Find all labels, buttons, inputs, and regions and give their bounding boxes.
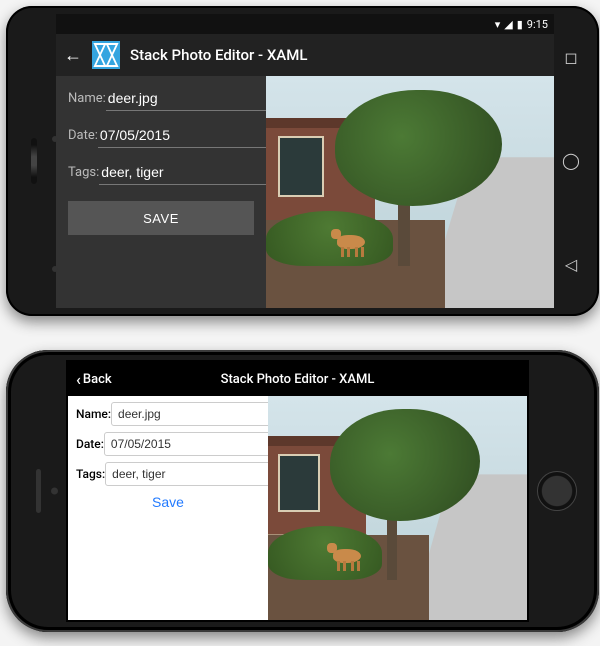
name-label: Name: bbox=[68, 91, 106, 106]
earpiece bbox=[31, 138, 37, 184]
status-time: 9:15 bbox=[527, 18, 548, 31]
deer-icon bbox=[325, 543, 367, 571]
ios-screen: ‹ Back Stack Photo Editor - XAML Name: D… bbox=[66, 360, 529, 622]
page-title: Stack Photo Editor - XAML bbox=[221, 372, 375, 387]
tags-input[interactable] bbox=[99, 160, 284, 185]
photo-preview bbox=[268, 396, 527, 620]
name-row: Name: bbox=[68, 86, 254, 111]
back-icon[interactable]: ← bbox=[64, 45, 82, 66]
back-button[interactable]: ‹ Back bbox=[76, 370, 112, 389]
signal-icon: ◢ bbox=[504, 18, 512, 31]
sensor-dot bbox=[52, 266, 58, 272]
android-nav-bar: ◻ ◯ ◁ bbox=[557, 6, 585, 316]
content-area: Name: Date: Tags: Save bbox=[68, 396, 527, 620]
tags-row: Tags: bbox=[68, 160, 254, 185]
action-bar: ← Stack Photo Editor - XAML bbox=[56, 34, 554, 76]
battery-icon: ▮ bbox=[517, 18, 523, 31]
front-camera bbox=[51, 488, 58, 495]
save-button[interactable]: Save bbox=[76, 494, 260, 510]
name-row: Name: bbox=[76, 402, 260, 426]
tags-input[interactable] bbox=[105, 462, 274, 486]
deer-icon bbox=[329, 229, 371, 257]
content-area: Name: Date: Tags: SAVE bbox=[56, 76, 554, 308]
date-row: Date: bbox=[68, 123, 254, 148]
save-button[interactable]: SAVE bbox=[68, 201, 254, 235]
status-bar: ▾ ◢ ▮ 9:15 bbox=[56, 14, 554, 34]
chevron-left-icon: ‹ bbox=[76, 370, 81, 389]
back-label: Back bbox=[83, 372, 112, 387]
page-title: Stack Photo Editor - XAML bbox=[130, 46, 307, 64]
android-screen: ▾ ◢ ▮ 9:15 ← Stack Photo Editor - XAML N… bbox=[56, 14, 554, 308]
xamarin-logo-icon bbox=[92, 41, 120, 69]
name-input[interactable] bbox=[106, 86, 291, 111]
nav-home-icon[interactable]: ◯ bbox=[562, 151, 580, 170]
date-input[interactable] bbox=[98, 123, 283, 148]
edit-form: Name: Date: Tags: Save bbox=[68, 396, 268, 620]
tags-label: Tags: bbox=[68, 165, 99, 180]
wifi-icon: ▾ bbox=[495, 18, 501, 31]
date-label: Date: bbox=[68, 128, 98, 143]
date-input[interactable] bbox=[104, 432, 273, 456]
nav-back-icon[interactable]: ◁ bbox=[565, 255, 577, 274]
photo-preview bbox=[266, 76, 554, 308]
date-row: Date: bbox=[76, 432, 260, 456]
date-label: Date: bbox=[76, 437, 104, 451]
name-label: Name: bbox=[76, 407, 111, 421]
nav-bar: ‹ Back Stack Photo Editor - XAML bbox=[68, 362, 527, 396]
tags-row: Tags: bbox=[76, 462, 260, 486]
home-button[interactable] bbox=[537, 471, 577, 511]
name-input[interactable] bbox=[111, 402, 280, 426]
tags-label: Tags: bbox=[76, 467, 105, 481]
earpiece bbox=[36, 469, 41, 513]
android-phone-frame: ▾ ◢ ▮ 9:15 ← Stack Photo Editor - XAML N… bbox=[6, 6, 599, 316]
sensor-dot bbox=[52, 136, 58, 142]
iphone-frame: ‹ Back Stack Photo Editor - XAML Name: D… bbox=[6, 350, 599, 632]
nav-recents-icon[interactable]: ◻ bbox=[564, 48, 577, 67]
edit-form: Name: Date: Tags: SAVE bbox=[56, 76, 266, 308]
